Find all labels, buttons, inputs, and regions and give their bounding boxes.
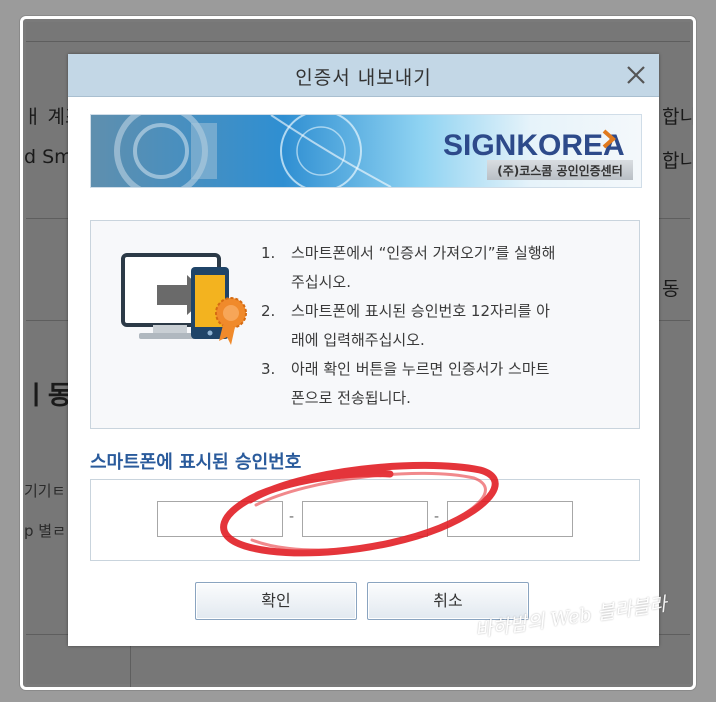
instruction-text: 주십시오. [291, 273, 351, 291]
instructions-list: 1. 스마트폰에서 “인증서 가져오기”를 실행해 주십시오. 2. 스마트폰에… [261, 239, 621, 413]
bg-text-left-4: p 별ㄹ [24, 522, 66, 540]
instruction-item: 1. 스마트폰에서 “인증서 가져오기”를 실행해 주십시오. [261, 239, 621, 297]
bg-heading-left: ㅣ동 [24, 381, 72, 411]
bg-divider [26, 41, 690, 42]
approval-code-panel: - - [90, 479, 640, 561]
code-separator: - [434, 509, 440, 525]
approval-code-label: 스마트폰에 표시된 승인번호 [90, 452, 302, 473]
signkorea-banner: SIGNKOREA (주)코스콤 공인인증센터 [90, 114, 642, 188]
code-input-1[interactable] [157, 501, 283, 537]
dialog-header: 인증서 내보내기 [68, 54, 659, 97]
export-certificate-dialog: 인증서 내보내기 SIGNKOREA (주)코스콤 공인인증센터 1. 스마트폰… [68, 54, 659, 646]
code-input-2[interactable] [302, 501, 428, 537]
instructions-panel: 1. 스마트폰에서 “인증서 가져오기”를 실행해 주십시오. 2. 스마트폰에… [90, 220, 640, 429]
instruction-number: 3. [261, 360, 276, 378]
close-icon [627, 66, 645, 84]
instruction-text: 스마트폰에서 “인증서 가져오기”를 실행해 [291, 244, 556, 262]
code-separator: - [289, 509, 295, 525]
code-input-3[interactable] [447, 501, 573, 537]
dialog-title: 인증서 내보내기 [295, 67, 432, 89]
instruction-text: 아래 확인 버튼을 누르면 인증서가 스마트 [291, 360, 550, 378]
bg-text-left-3: 기기ㅌ [24, 482, 66, 500]
confirm-button[interactable]: 확인 [195, 582, 357, 620]
instruction-item: 3. 아래 확인 버튼을 누르면 인증서가 스마트 폰으로 전송됩니다. [261, 355, 621, 413]
brand-name: SIGNKOREA [443, 129, 625, 162]
instruction-text: 폰으로 전송됩니다. [291, 389, 411, 407]
instruction-text: 스마트폰에 표시된 승인번호 12자리를 아 [291, 302, 550, 320]
bg-text-right-1: 합니 [662, 106, 696, 128]
bg-text-left-2: d Sm [24, 146, 73, 168]
instruction-number: 1. [261, 244, 276, 262]
bg-text-right-3: 동 [662, 278, 680, 300]
bg-text-right-2: 합니다 [662, 150, 696, 172]
smartphone-transfer-icon [121, 253, 247, 345]
instruction-number: 2. [261, 302, 276, 320]
banner-graphic: SIGNKOREA (주)코스콤 공인인증센터 [91, 115, 641, 187]
instruction-item: 2. 스마트폰에 표시된 승인번호 12자리를 아 래에 입력해주십시오. [261, 297, 621, 355]
instruction-text: 래에 입력해주십시오. [291, 331, 425, 349]
close-button[interactable] [621, 60, 651, 90]
brand-subtitle: (주)코스콤 공인인증센터 [497, 163, 623, 178]
